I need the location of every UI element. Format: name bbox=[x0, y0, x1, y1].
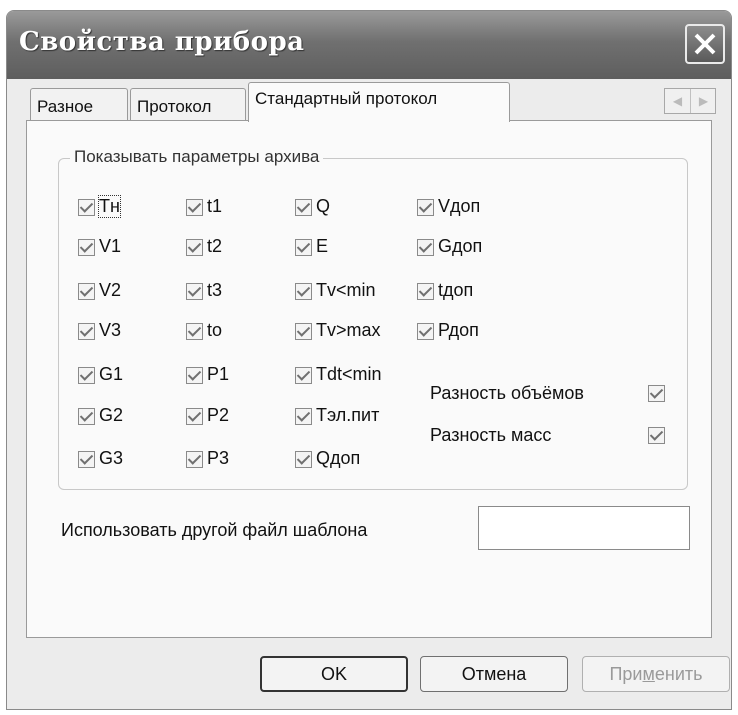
checkbox-t-dop[interactable] bbox=[417, 283, 434, 300]
checkbox-q[interactable] bbox=[295, 199, 312, 216]
apply-label-part: При bbox=[609, 664, 643, 684]
checkbox-g3[interactable] bbox=[78, 451, 95, 468]
scroll-right-icon[interactable]: ▶ bbox=[691, 89, 716, 113]
mass-diff-label: Разность масс bbox=[430, 425, 552, 445]
checkbox-t1[interactable] bbox=[186, 199, 203, 216]
checkbox-g-dop[interactable] bbox=[417, 239, 434, 256]
tab-standard-protocol[interactable]: Стандартный протокол bbox=[248, 82, 510, 122]
checkbox-label: tдоп bbox=[438, 280, 474, 300]
checkbox-tn[interactable] bbox=[78, 199, 95, 216]
checkbox-label: Gдоп bbox=[438, 236, 483, 256]
checkbox-label: V2 bbox=[99, 280, 122, 300]
checkbox-q-dop[interactable] bbox=[295, 451, 312, 468]
checkbox-label: t2 bbox=[207, 236, 223, 256]
template-file-label: Использовать другой файл шаблона bbox=[61, 520, 368, 540]
checkbox-p-dop[interactable] bbox=[417, 323, 434, 340]
checkbox-label: V1 bbox=[99, 236, 122, 256]
checkbox-volume-diff[interactable] bbox=[648, 385, 665, 402]
checkbox-label: P2 bbox=[207, 405, 230, 425]
close-icon bbox=[694, 33, 716, 55]
apply-label-accel: м bbox=[642, 664, 655, 684]
volume-diff-label: Разность объёмов bbox=[430, 383, 584, 403]
ok-button[interactable]: OK bbox=[260, 656, 408, 692]
checkbox-label: G3 bbox=[99, 448, 124, 468]
checkbox-label: Tv<min bbox=[316, 280, 376, 300]
checkbox-label: Qдоп bbox=[316, 448, 361, 468]
checkbox-label: P1 bbox=[207, 364, 230, 384]
checkbox-label: E bbox=[316, 236, 329, 256]
checkbox-t2[interactable] bbox=[186, 239, 203, 256]
checkbox-p3[interactable] bbox=[186, 451, 203, 468]
checkbox-label: t1 bbox=[207, 196, 223, 216]
title-bar[interactable]: Свойства прибора bbox=[7, 11, 731, 79]
apply-label-part: енить bbox=[654, 664, 703, 684]
checkbox-tv-max[interactable] bbox=[295, 323, 312, 340]
tab-label: Протокол bbox=[137, 97, 212, 116]
checkbox-tel-pit[interactable] bbox=[295, 408, 312, 425]
checkbox-p1[interactable] bbox=[186, 367, 203, 384]
tab-scroll-buttons: ◀ ▶ bbox=[664, 88, 716, 114]
checkbox-label: to bbox=[207, 320, 223, 340]
checkbox-label: V3 bbox=[99, 320, 122, 340]
checkbox-v-dop[interactable] bbox=[417, 199, 434, 216]
checkbox-v2[interactable] bbox=[78, 283, 95, 300]
checkbox-label: Тн bbox=[98, 195, 121, 218]
checkbox-tv-min[interactable] bbox=[295, 283, 312, 300]
group-legend: Показывать параметры архива bbox=[70, 147, 324, 167]
checkbox-label: Tv>max bbox=[316, 320, 381, 340]
scroll-left-icon[interactable]: ◀ bbox=[665, 89, 691, 113]
checkbox-tdt-min[interactable] bbox=[295, 367, 312, 384]
checkbox-g1[interactable] bbox=[78, 367, 95, 384]
close-button[interactable] bbox=[685, 24, 725, 64]
checkbox-label: Tdt<min bbox=[316, 364, 382, 384]
checkbox-g2[interactable] bbox=[78, 408, 95, 425]
checkbox-label: Vдоп bbox=[438, 196, 481, 216]
tab-label: Разное bbox=[37, 97, 94, 116]
apply-button[interactable]: Применить bbox=[582, 656, 730, 692]
window-title: Свойства прибора bbox=[19, 27, 305, 57]
checkbox-label: P3 bbox=[207, 448, 230, 468]
tab-protocol[interactable]: Протокол bbox=[130, 88, 246, 121]
checkbox-label: Q bbox=[316, 196, 331, 216]
checkbox-label: G2 bbox=[99, 405, 124, 425]
checkbox-v1[interactable] bbox=[78, 239, 95, 256]
checkbox-label: Рдоп bbox=[438, 320, 479, 340]
checkbox-label: G1 bbox=[99, 364, 124, 384]
template-file-input[interactable] bbox=[478, 506, 690, 550]
checkbox-mass-diff[interactable] bbox=[648, 427, 665, 444]
checkbox-p2[interactable] bbox=[186, 408, 203, 425]
checkbox-label: t3 bbox=[207, 280, 223, 300]
checkbox-t3[interactable] bbox=[186, 283, 203, 300]
checkbox-to[interactable] bbox=[186, 323, 203, 340]
checkbox-v3[interactable] bbox=[78, 323, 95, 340]
checkbox-label: Тэл.пит bbox=[316, 405, 380, 425]
tab-misc[interactable]: Разное bbox=[30, 88, 128, 121]
tab-label: Стандартный протокол bbox=[255, 89, 438, 108]
cancel-button[interactable]: Отмена bbox=[420, 656, 568, 692]
checkbox-e[interactable] bbox=[295, 239, 312, 256]
